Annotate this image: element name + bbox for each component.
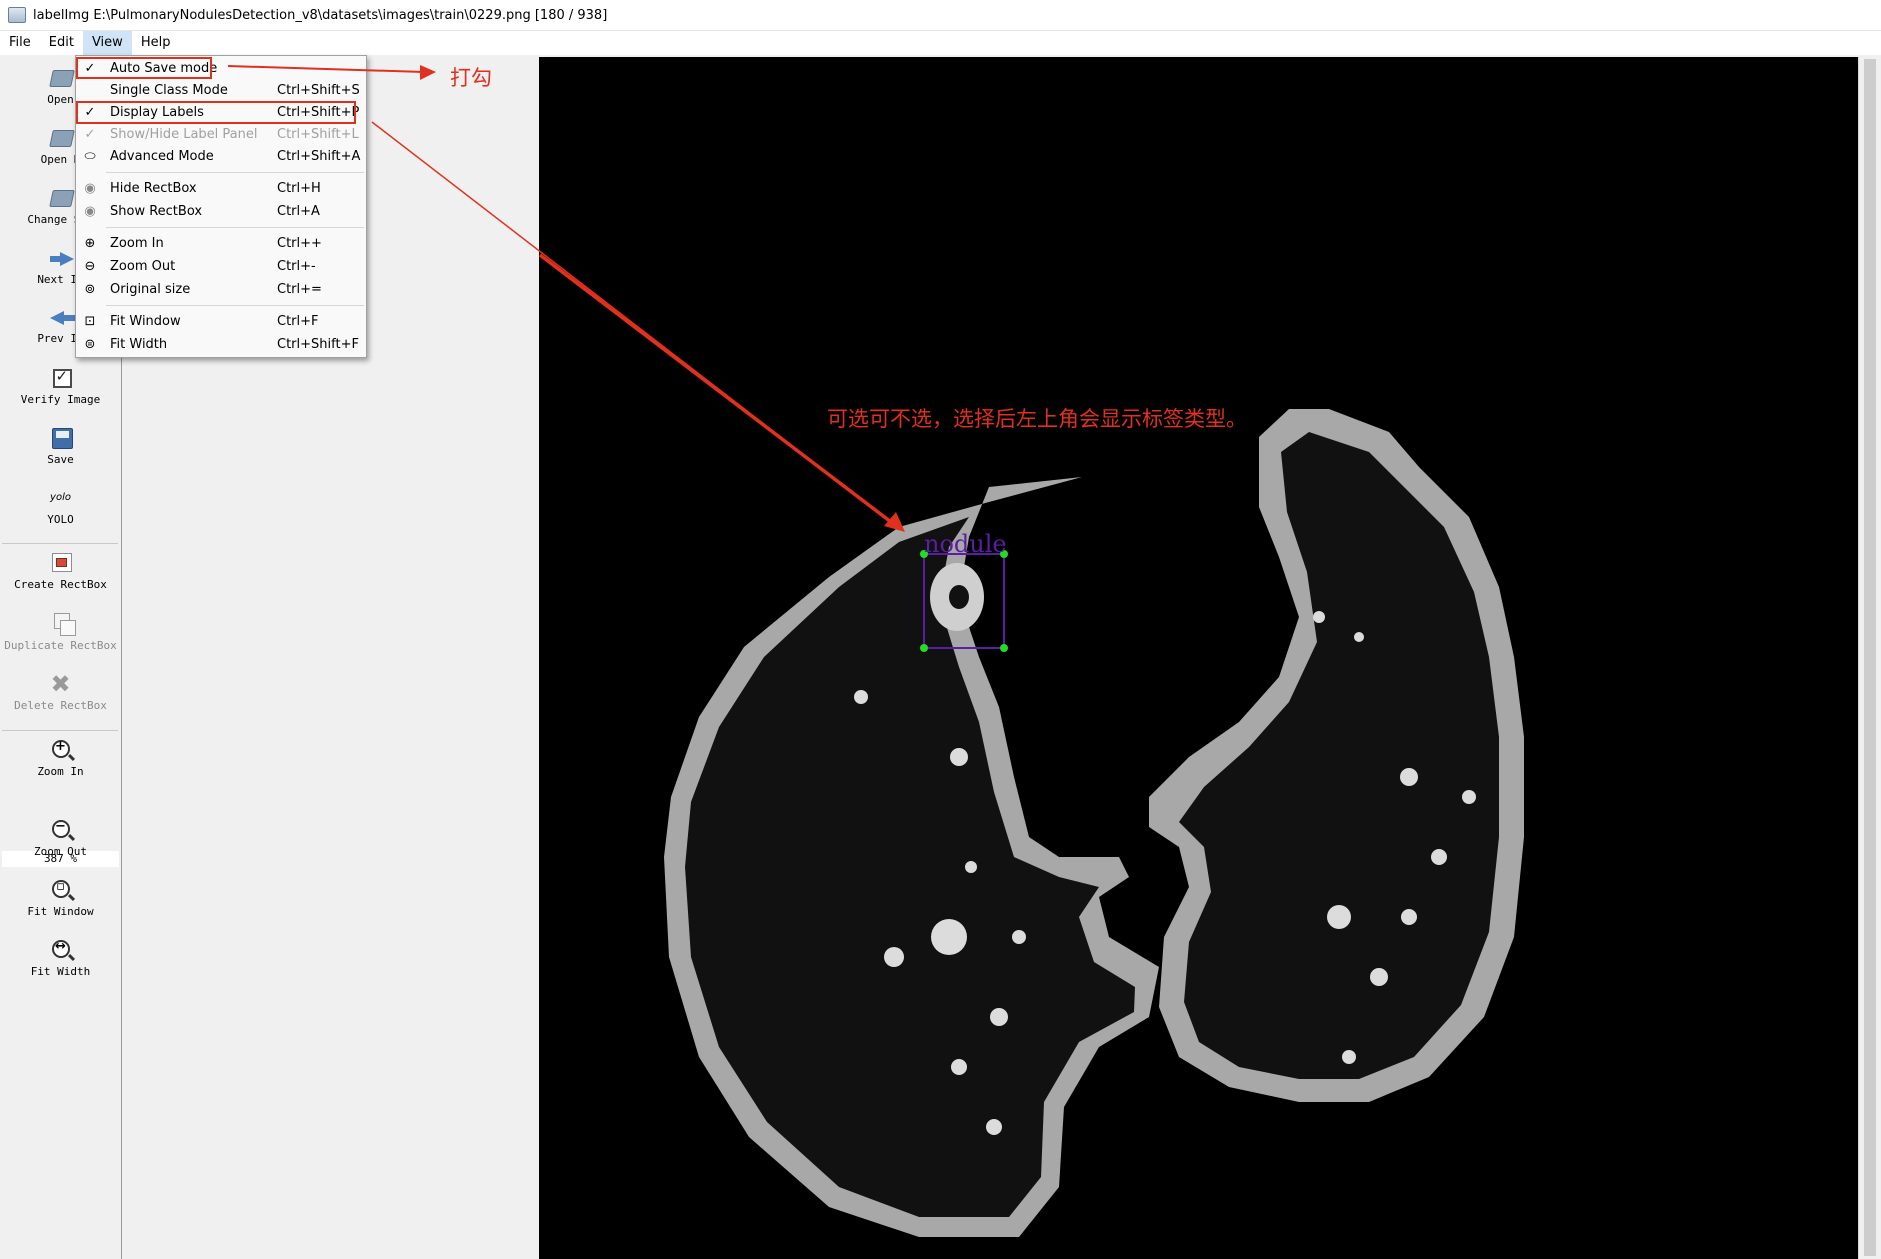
menu-item-label: Show/Hide Label Panel <box>110 127 258 142</box>
format-label: YOLO <box>47 513 74 526</box>
save-label: Save <box>47 453 74 466</box>
eye-icon: ◉ <box>84 181 96 196</box>
fit-window-label: Fit Window <box>27 905 94 918</box>
auto-save-highlight <box>76 57 212 79</box>
fit-width-label: Fit Width <box>30 965 91 978</box>
zoom-in-button[interactable]: + Zoom In <box>0 738 121 778</box>
menu-edit[interactable]: Edit <box>40 31 83 55</box>
zoom-out-icon: − <box>48 818 74 842</box>
zoom-out-label: Zoom Out <box>34 845 87 858</box>
label-note-text: 可选可不选，选择后左上角会显示标签类型。 <box>827 407 1247 431</box>
check-note-text: 打勾 <box>450 66 492 90</box>
delete-rectbox-label: Delete RectBox <box>14 699 107 712</box>
bounding-box-label: nodule <box>924 530 1007 558</box>
tag-icon: ⬭ <box>84 149 96 164</box>
menu-item-shortcut: Ctrl+Shift+S <box>277 83 360 98</box>
menu-file[interactable]: File <box>0 31 40 55</box>
toolbar-divider <box>2 543 118 544</box>
menu-separator <box>106 305 364 306</box>
menu-item-show-rectbox[interactable]: ◉ Show RectBox Ctrl+A <box>76 201 366 223</box>
menu-item-shortcut: Ctrl+Shift+F <box>277 337 359 352</box>
zoom-in-label: Zoom In <box>37 765 84 778</box>
menu-item-zoom-out[interactable]: ⊖ Zoom Out Ctrl+- <box>76 256 366 278</box>
menu-item-shortcut: Ctrl++ <box>277 236 322 251</box>
zoom-in-icon: ⊕ <box>84 236 96 251</box>
open-folder-icon <box>48 66 75 90</box>
yolo-icon: yolo <box>50 492 71 503</box>
create-rectbox-button[interactable]: Create RectBox <box>0 551 121 591</box>
window-title: labelImg E:\PulmonaryNodulesDetection_v8… <box>33 7 608 23</box>
menu-item-label: Zoom Out <box>110 259 176 274</box>
menu-bar: File Edit View Help <box>0 31 1881 55</box>
title-bar: labelImg E:\PulmonaryNodulesDetection_v8… <box>0 0 1881 31</box>
menu-item-label: Fit Window <box>110 314 181 329</box>
menu-item-shortcut: Ctrl+= <box>277 282 322 297</box>
zoom-original-icon: ⊚ <box>84 282 96 297</box>
display-labels-highlight <box>76 101 356 124</box>
menu-item-label: Original size <box>110 282 191 297</box>
open-dir-icon <box>48 126 75 150</box>
menu-item-shortcut: Ctrl+F <box>277 314 319 329</box>
menu-item-fit-window[interactable]: ⊡ Fit Window Ctrl+F <box>76 311 366 333</box>
verify-checkbox-icon <box>48 366 74 390</box>
vertical-scrollbar[interactable] <box>1858 57 1881 1259</box>
create-rectbox-icon <box>48 551 74 575</box>
format-yolo-button[interactable]: yolo YOLO <box>0 486 121 526</box>
fit-window-icon: ⊡ <box>84 314 96 329</box>
save-floppy-icon <box>48 426 74 450</box>
prev-arrow-icon <box>48 305 76 329</box>
menu-item-zoom-in[interactable]: ⊕ Zoom In Ctrl++ <box>76 233 366 255</box>
menu-item-advanced-mode[interactable]: ⬭ Advanced Mode Ctrl+Shift+A <box>76 146 366 168</box>
zoom-out-icon: ⊖ <box>84 259 96 274</box>
menu-item-label: Show RectBox <box>110 204 203 219</box>
fit-width-icon: ⊜ <box>84 337 96 352</box>
menu-item-shortcut: Ctrl+Shift+A <box>277 149 361 164</box>
menu-item-hide-rectbox[interactable]: ◉ Hide RectBox Ctrl+H <box>76 178 366 200</box>
check-icon: ✓ <box>84 127 96 142</box>
delete-rectbox-button[interactable]: ✖ Delete RectBox <box>0 672 121 712</box>
verify-image-button[interactable]: Verify Image <box>0 366 121 406</box>
create-rectbox-label: Create RectBox <box>14 578 107 591</box>
duplicate-rectbox-label: Duplicate RectBox <box>4 639 117 652</box>
menu-item-shortcut: Ctrl+A <box>277 204 320 219</box>
menu-item-single-class-mode[interactable]: Single Class Mode Ctrl+Shift+S <box>76 80 366 102</box>
save-button[interactable]: Save <box>0 426 121 466</box>
menu-item-label: Fit Width <box>110 337 168 352</box>
app-icon <box>8 7 26 23</box>
duplicate-icon <box>48 612 76 636</box>
fit-window-icon: ▫ <box>48 878 74 902</box>
menu-separator <box>106 172 364 173</box>
menu-help[interactable]: Help <box>132 31 180 55</box>
fit-width-button[interactable]: ↔ Fit Width <box>0 938 121 978</box>
menu-item-shortcut: Ctrl+- <box>277 259 316 274</box>
menu-item-shortcut: Ctrl+H <box>277 181 321 196</box>
delete-x-icon: ✖ <box>50 670 71 698</box>
eye-icon: ◉ <box>84 204 96 219</box>
menu-view[interactable]: View <box>82 31 132 55</box>
image-canvas[interactable]: nodule <box>539 57 1858 1259</box>
scrollbar-thumb[interactable] <box>1864 59 1876 1256</box>
menu-separator <box>106 227 364 228</box>
next-arrow-icon <box>48 246 74 270</box>
nodule-core <box>949 585 969 609</box>
menu-item-shortcut: Ctrl+Shift+L <box>277 127 359 142</box>
menu-item-label: Zoom In <box>110 236 164 251</box>
fit-window-button[interactable]: ▫ Fit Window <box>0 878 121 918</box>
change-save-dir-icon <box>48 186 75 210</box>
verify-image-label: Verify Image <box>20 393 101 406</box>
menu-item-label: Single Class Mode <box>110 83 228 98</box>
zoom-in-icon: + <box>48 738 74 762</box>
fit-width-icon: ↔ <box>48 938 74 962</box>
menu-item-label: Hide RectBox <box>110 181 197 196</box>
toolbar-divider <box>2 730 118 731</box>
menu-item-fit-width[interactable]: ⊜ Fit Width Ctrl+Shift+F <box>76 334 366 356</box>
zoom-out-button[interactable]: − Zoom Out <box>0 818 121 858</box>
menu-item-original-size[interactable]: ⊚ Original size Ctrl+= <box>76 279 366 301</box>
menu-item-show-hide-label-panel[interactable]: ✓ Show/Hide Label Panel Ctrl+Shift+L <box>76 124 366 146</box>
menu-item-label: Advanced Mode <box>110 149 214 164</box>
ct-scan-image: nodule <box>664 409 1524 1237</box>
duplicate-rectbox-button[interactable]: Duplicate RectBox <box>0 612 121 652</box>
